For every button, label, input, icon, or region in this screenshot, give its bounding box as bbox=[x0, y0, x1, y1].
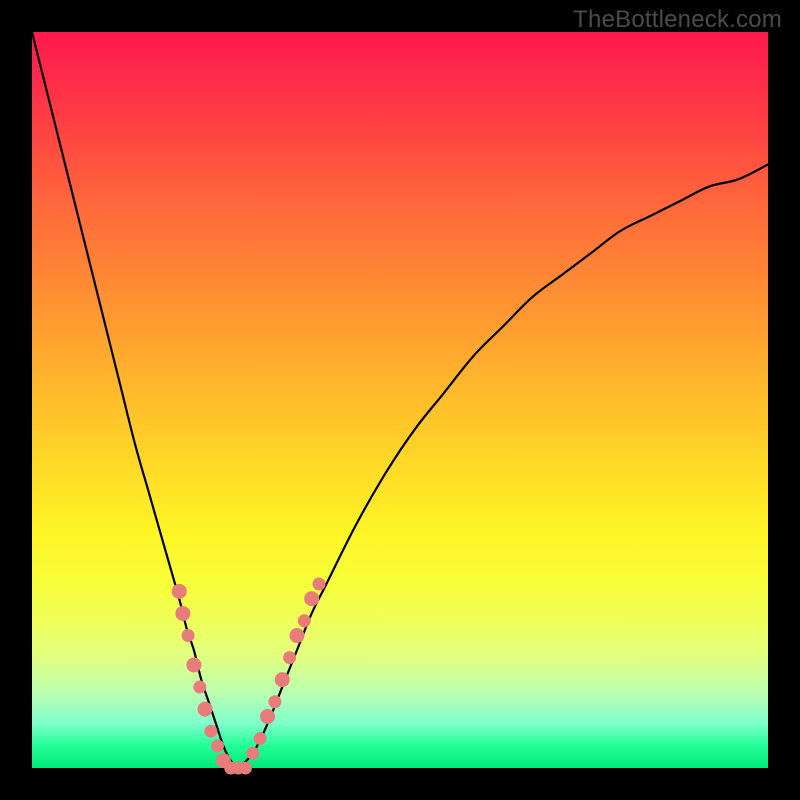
chart-stage: TheBottleneck.com bbox=[0, 0, 800, 800]
watermark-text: TheBottleneck.com bbox=[573, 6, 782, 34]
plot-area bbox=[32, 32, 768, 768]
